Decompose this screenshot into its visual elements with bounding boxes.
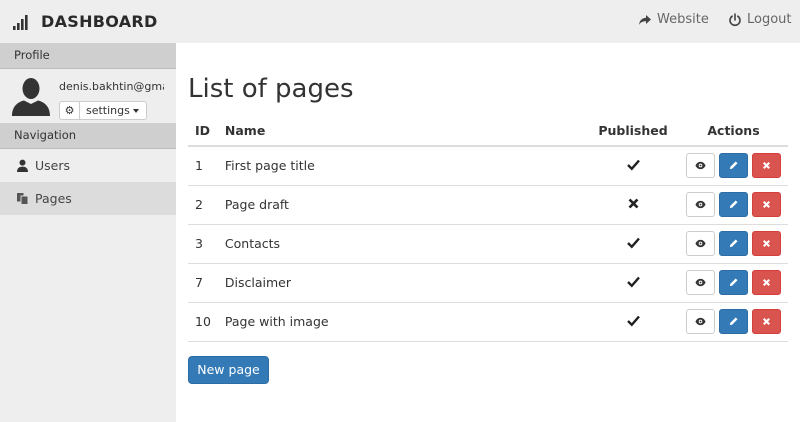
brand[interactable]: DASHBOARD: [12, 12, 158, 31]
cell-name: Disclaimer: [217, 263, 587, 303]
sidebar-item-users[interactable]: Users: [0, 149, 176, 182]
top-navbar: DASHBOARD Website Logout: [0, 0, 800, 43]
profile-panel: denis.bakhtin@gma ⚙ settings: [0, 69, 176, 123]
power-icon: [729, 12, 741, 26]
cross-icon: [627, 198, 640, 213]
remove-icon: [761, 199, 772, 210]
table-row: 2 Page draft: [188, 185, 788, 225]
pages-icon: [17, 193, 29, 205]
cell-published: [587, 263, 679, 303]
pencil-icon: [728, 199, 739, 210]
delete-button[interactable]: [752, 153, 781, 179]
brand-title: DASHBOARD: [41, 12, 158, 31]
remove-icon: [761, 160, 772, 171]
cell-name: First page title: [217, 146, 587, 186]
edit-button[interactable]: [719, 153, 748, 179]
edit-button[interactable]: [719, 270, 748, 295]
sidebar-item-label: Pages: [35, 191, 72, 206]
main-content: List of pages ID Name Published Actions …: [188, 72, 788, 342]
navigation-header: Navigation: [0, 123, 176, 149]
cell-id: 10: [188, 302, 218, 342]
cell-name: Page with image: [217, 302, 587, 342]
settings-label: settings: [86, 104, 130, 117]
page-title: List of pages: [188, 74, 354, 104]
check-icon: [626, 315, 640, 330]
cell-actions: [679, 185, 788, 225]
cell-published: [587, 146, 679, 186]
eye-icon: [695, 316, 706, 327]
edit-button[interactable]: [719, 192, 748, 217]
table-row: 1 First page title: [188, 146, 788, 186]
logout-link[interactable]: Logout: [728, 12, 792, 27]
table-row: 10 Page with image: [188, 302, 788, 342]
eye-icon: [695, 277, 706, 288]
delete-button[interactable]: [752, 270, 781, 295]
sidebar: Profile denis.bakhtin@gma ⚙ settings Nav…: [0, 43, 176, 422]
eye-icon: [695, 199, 706, 210]
pencil-icon: [728, 160, 739, 171]
view-button[interactable]: [686, 153, 715, 179]
profile-header: Profile: [0, 43, 176, 69]
settings-dropdown[interactable]: ⚙ settings: [59, 101, 147, 120]
table-row: 3 Contacts: [188, 224, 788, 264]
delete-button[interactable]: [752, 231, 781, 256]
cell-actions: [679, 146, 788, 186]
column-header-published: Published: [587, 116, 679, 147]
eye-icon: [695, 238, 706, 249]
gear-icon[interactable]: ⚙: [60, 102, 80, 119]
cell-name: Contacts: [217, 224, 587, 264]
user-email: denis.bakhtin@gma: [59, 80, 164, 93]
eye-icon: [695, 160, 706, 171]
table-header-row: ID Name Published Actions: [188, 116, 788, 147]
signal-bars-icon: [13, 14, 28, 30]
sidebar-item-pages[interactable]: Pages: [0, 182, 176, 215]
column-header-id: ID: [188, 116, 218, 147]
share-arrow-icon: [639, 14, 651, 25]
new-page-button[interactable]: New page: [188, 356, 269, 384]
pencil-icon: [728, 238, 739, 249]
cell-published: [587, 302, 679, 342]
remove-icon: [761, 277, 772, 288]
avatar: [12, 78, 50, 116]
website-link-label: Website: [657, 12, 709, 27]
caret-down-icon: [132, 109, 139, 113]
cell-actions: [679, 263, 788, 303]
cell-name: Page draft: [217, 185, 587, 225]
column-header-actions: Actions: [679, 116, 788, 147]
settings-button[interactable]: settings: [80, 102, 146, 119]
cell-published: [587, 224, 679, 264]
logout-link-label: Logout: [747, 12, 792, 27]
edit-button[interactable]: [719, 309, 748, 334]
view-button[interactable]: [686, 270, 715, 295]
table-row: 7 Disclaimer: [188, 263, 788, 303]
column-header-name: Name: [217, 116, 587, 147]
cell-id: 1: [188, 146, 218, 186]
check-icon: [626, 276, 640, 291]
cell-actions: [679, 224, 788, 264]
check-icon: [626, 159, 640, 174]
pencil-icon: [728, 277, 739, 288]
remove-icon: [761, 316, 772, 327]
view-button[interactable]: [686, 231, 715, 256]
cell-actions: [679, 302, 788, 342]
website-link[interactable]: Website: [638, 12, 709, 27]
view-button[interactable]: [686, 192, 715, 217]
user-icon: [17, 159, 28, 172]
check-icon: [626, 237, 640, 252]
cell-id: 2: [188, 185, 218, 225]
cell-id: 7: [188, 263, 218, 303]
delete-button[interactable]: [752, 192, 781, 217]
edit-button[interactable]: [719, 231, 748, 256]
remove-icon: [761, 238, 772, 249]
pencil-icon: [728, 316, 739, 327]
view-button[interactable]: [686, 309, 715, 334]
pages-table: ID Name Published Actions 1 First page ti…: [188, 116, 788, 342]
sidebar-item-label: Users: [35, 158, 71, 173]
delete-button[interactable]: [752, 309, 781, 334]
cell-published: [587, 185, 679, 225]
cell-id: 3: [188, 224, 218, 264]
